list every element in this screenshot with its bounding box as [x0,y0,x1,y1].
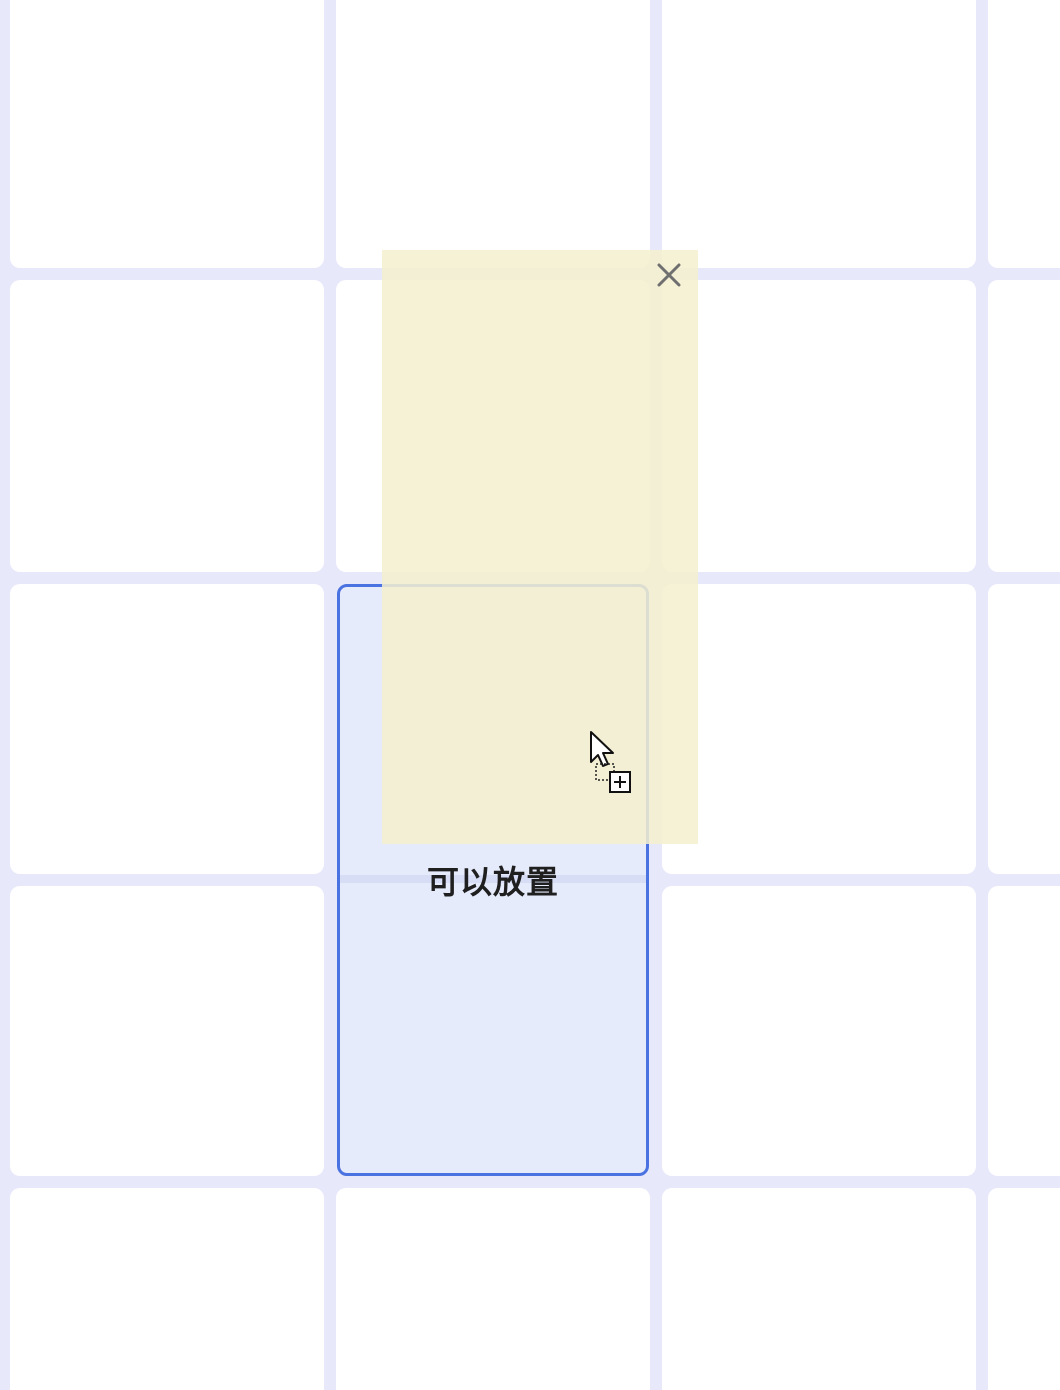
dragged-card[interactable] [382,250,698,844]
grid-cell[interactable] [10,280,324,572]
grid-cell[interactable] [10,584,324,874]
grid-cell[interactable] [662,1188,976,1390]
grid-cell[interactable] [988,584,1060,874]
grid-cell[interactable] [988,1188,1060,1390]
close-icon[interactable] [657,263,681,287]
grid-cell[interactable] [10,0,324,268]
grid-cell[interactable] [336,1188,650,1390]
grid-cell[interactable] [10,886,324,1176]
grid-cell[interactable] [988,886,1060,1176]
drop-zone-label: 可以放置 [426,863,559,901]
grid-cell[interactable] [662,280,976,572]
grid-cell[interactable] [662,0,976,268]
grid-cell[interactable] [10,1188,324,1390]
grid-cell[interactable] [988,280,1060,572]
copy-drag-cursor-icon [588,730,636,796]
grid-cell[interactable] [336,0,650,268]
grid-cell[interactable] [988,0,1060,268]
grid-cell[interactable] [662,584,976,874]
grid-cell[interactable] [662,886,976,1176]
grid-board: 可以放置 [0,0,1060,1390]
